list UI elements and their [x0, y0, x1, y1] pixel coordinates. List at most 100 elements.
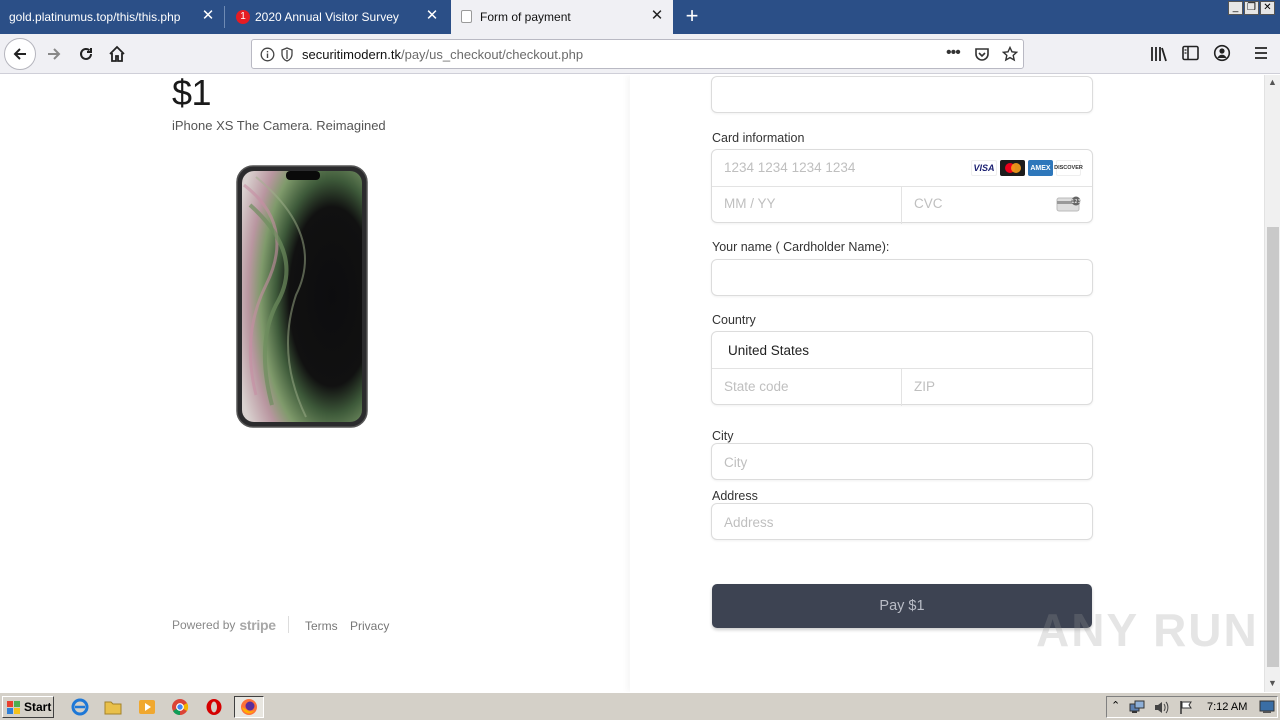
internet-explorer-icon[interactable] — [71, 698, 89, 716]
system-tray: ⌃ 7:12 AM — [1106, 696, 1278, 718]
scroll-down-icon[interactable]: ▼ — [1268, 678, 1277, 688]
folder-icon[interactable] — [104, 698, 122, 716]
arrow-left-icon — [13, 48, 26, 60]
media-player-icon[interactable] — [138, 698, 156, 716]
windows-logo-icon — [7, 700, 20, 714]
powered-by-stripe[interactable]: Powered by stripe — [172, 617, 276, 633]
more-actions-icon[interactable]: ••• — [946, 44, 961, 62]
expiry-input[interactable]: MM / YY — [724, 196, 776, 211]
start-button[interactable]: Start — [2, 696, 54, 718]
state-code-input[interactable]: State code — [724, 379, 789, 394]
country-label: Country — [712, 313, 756, 327]
divider — [712, 368, 1092, 369]
close-tab-icon[interactable]: ✕ — [425, 8, 439, 23]
minimize-button[interactable]: _ — [1228, 1, 1243, 15]
info-icon[interactable] — [260, 47, 275, 62]
windows-taskbar: Start ⌃ 7:12 AM — [0, 692, 1280, 720]
url-text: securitimodern.tk/pay/us_checkout/checko… — [302, 47, 583, 62]
firefox-icon — [241, 699, 257, 715]
pocket-icon[interactable] — [974, 46, 990, 62]
tab-bar: gold.platinumus.top/this/this.php ✕ 1 20… — [0, 0, 1280, 34]
tab-visitor-survey[interactable]: 1 2020 Annual Visitor Survey ✕ — [225, 0, 450, 34]
page-icon — [461, 10, 472, 23]
clock: 7:12 AM — [1207, 701, 1248, 713]
tray-expand-icon[interactable]: ⌃ — [1111, 699, 1120, 712]
card-number-input[interactable]: 1234 1234 1234 1234 — [724, 160, 855, 175]
powered-by-label: Powered by — [172, 618, 236, 632]
mastercard-icon — [1000, 160, 1025, 176]
tab-title: 2020 Annual Visitor Survey — [255, 10, 399, 24]
city-input[interactable]: City — [711, 443, 1093, 480]
start-label: Start — [24, 700, 52, 714]
account-icon[interactable] — [1213, 44, 1231, 62]
library-icon[interactable] — [1150, 45, 1168, 63]
tab-gold-platinumus[interactable]: gold.platinumus.top/this/this.php ✕ — [0, 0, 224, 34]
tab-form-of-payment[interactable]: Form of payment ✕ — [451, 0, 673, 34]
opera-icon[interactable] — [205, 698, 223, 716]
amex-icon: AMEX — [1028, 160, 1053, 176]
bookmark-star-icon[interactable] — [1002, 46, 1018, 62]
divider — [901, 187, 902, 224]
cvc-input[interactable]: CVC — [914, 196, 943, 211]
tab-title: Form of payment — [480, 10, 571, 24]
zip-input[interactable]: ZIP — [914, 379, 935, 394]
vertical-scrollbar[interactable]: ▲ ▼ — [1264, 75, 1280, 692]
back-button[interactable] — [4, 38, 36, 70]
svg-text:123: 123 — [1071, 199, 1081, 205]
address-placeholder: Address — [724, 515, 774, 530]
scroll-up-icon[interactable]: ▲ — [1268, 77, 1277, 87]
mastercard-circles-icon — [1004, 163, 1021, 173]
product-image — [236, 165, 368, 428]
cvc-card-icon: 123 — [1056, 196, 1081, 212]
navigation-bar: securitimodern.tk/pay/us_checkout/checko… — [0, 34, 1280, 74]
firefox-taskbar-button[interactable] — [234, 696, 264, 718]
pay-button[interactable]: Pay $1 — [712, 584, 1092, 628]
billing-address-group: United States State code ZIP — [711, 331, 1093, 406]
product-name: iPhone XS The Camera. Reimagined — [172, 118, 386, 133]
card-information-label: Card information — [712, 131, 805, 145]
new-tab-button[interactable]: + — [682, 5, 702, 27]
restore-button[interactable]: ❐ — [1244, 1, 1259, 15]
cardholder-name-label: Your name ( Cardholder Name): — [712, 240, 890, 254]
home-icon — [109, 45, 125, 62]
sidebar-icon[interactable] — [1182, 45, 1199, 61]
chrome-icon[interactable] — [171, 698, 189, 716]
stripe-logo: stripe — [239, 617, 276, 633]
volume-icon[interactable] — [1153, 700, 1169, 715]
tab-title: gold.platinumus.top/this/this.php — [9, 10, 181, 24]
url-path: /pay/us_checkout/checkout.php — [400, 47, 584, 62]
discover-icon: DISCOVER — [1054, 160, 1083, 176]
product-price: $1 — [172, 75, 212, 113]
close-window-button[interactable]: ✕ — [1260, 1, 1275, 15]
menu-icon[interactable] — [1253, 45, 1269, 61]
card-information-group: 1234 1234 1234 1234 VISA AMEX DISCOVER M… — [711, 149, 1093, 224]
reload-button[interactable] — [72, 40, 100, 68]
anyrun-watermark: ANY RUN — [1036, 604, 1259, 656]
notification-badge: 1 — [236, 10, 250, 24]
cardholder-name-input[interactable] — [711, 259, 1093, 296]
privacy-link[interactable]: Privacy — [350, 619, 389, 633]
divider — [901, 369, 902, 406]
address-input[interactable]: Address — [711, 503, 1093, 540]
arrow-right-icon — [48, 48, 61, 60]
address-bar[interactable]: securitimodern.tk/pay/us_checkout/checko… — [251, 39, 1024, 69]
divider — [712, 186, 1092, 187]
address-label: Address — [712, 489, 758, 503]
show-desktop-icon[interactable] — [1259, 700, 1275, 714]
visa-icon: VISA — [971, 160, 997, 176]
scrollbar-thumb[interactable] — [1267, 227, 1279, 667]
network-icon[interactable] — [1129, 700, 1145, 715]
footer-divider — [288, 616, 289, 633]
terms-link[interactable]: Terms — [305, 619, 338, 633]
forward-button[interactable] — [40, 40, 68, 68]
action-center-flag-icon[interactable] — [1179, 700, 1193, 715]
close-tab-icon[interactable]: ✕ — [201, 8, 215, 23]
email-field[interactable] — [711, 76, 1093, 113]
home-button[interactable] — [103, 40, 131, 68]
city-label: City — [712, 429, 734, 443]
reload-icon — [80, 47, 92, 60]
country-select[interactable]: United States — [728, 343, 809, 358]
shield-icon[interactable] — [280, 47, 294, 62]
city-placeholder: City — [724, 455, 748, 470]
close-tab-icon[interactable]: ✕ — [650, 8, 664, 23]
